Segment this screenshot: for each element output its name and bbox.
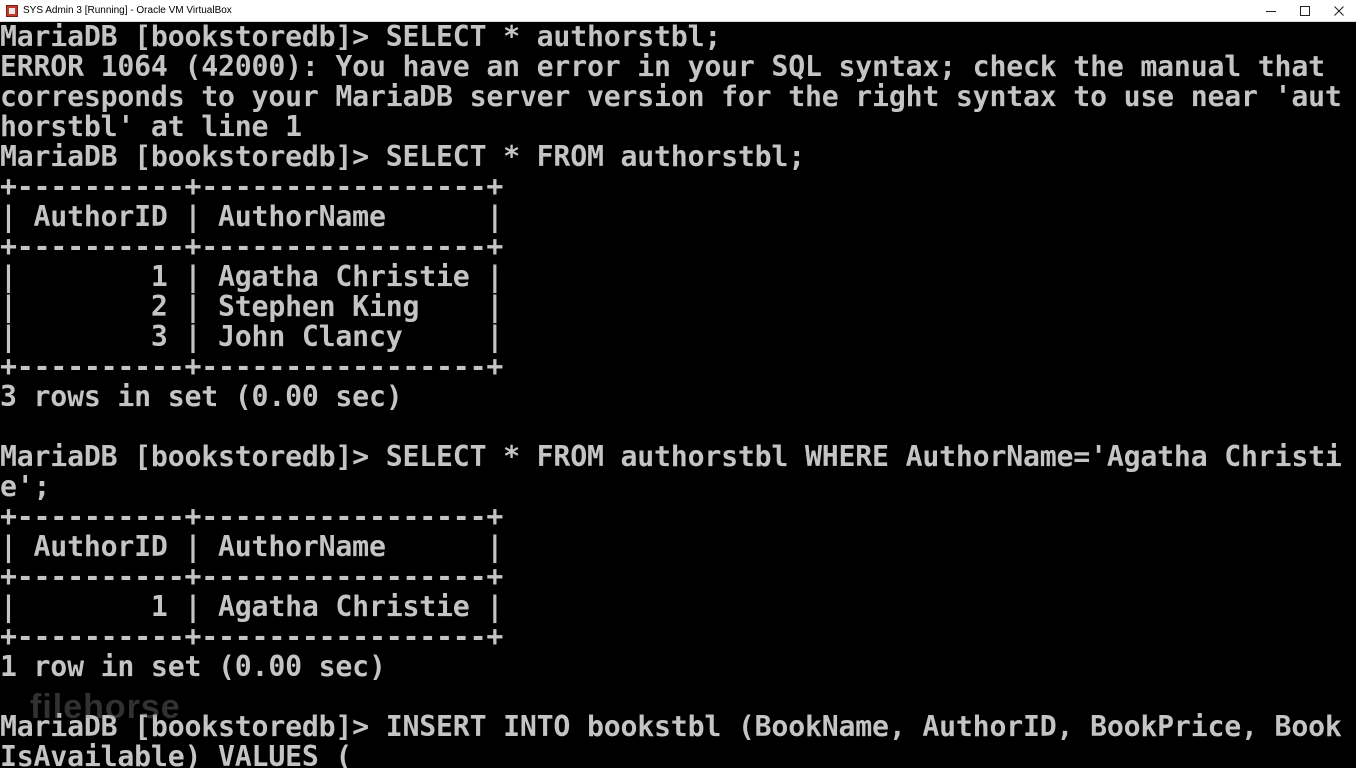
virtualbox-icon [6, 4, 18, 17]
title-bar[interactable]: SYS Admin 3 [Running] - Oracle VM Virtua… [0, 0, 1356, 22]
console-line: e'; [0, 470, 51, 503]
watermark-logo: filehorse [30, 688, 181, 726]
minimize-button[interactable] [1254, 0, 1288, 22]
console-line: +----------+-----------------+ [0, 230, 504, 263]
console-line: | AuthorID | AuthorName | [0, 200, 504, 233]
console-line: +----------+-----------------+ [0, 560, 504, 593]
close-button[interactable] [1322, 0, 1356, 22]
console-line: | 3 | John Clancy | [0, 320, 504, 353]
console-line: +----------+-----------------+ [0, 500, 504, 533]
window-title: SYS Admin 3 [Running] - Oracle VM Virtua… [23, 5, 232, 16]
console-line: | 1 | Agatha Christie | [0, 590, 504, 623]
console-line: +----------+-----------------+ [0, 350, 504, 383]
virtualbox-window: SYS Admin 3 [Running] - Oracle VM Virtua… [0, 0, 1356, 768]
minimize-icon [1266, 11, 1276, 12]
console-line: 1 row in set (0.00 sec) [0, 650, 386, 683]
console-line: MariaDB [bookstoredb]> SELECT * FROM aut… [0, 140, 805, 173]
console-line: | AuthorID | AuthorName | [0, 530, 504, 563]
console-input-line[interactable]: IsAvailable) VALUES (_ [0, 742, 369, 768]
console-line: +----------+-----------------+ [0, 170, 504, 203]
console-line: horstbl' at line 1 [0, 110, 302, 143]
vm-console[interactable]: MariaDB [bookstoredb]> SELECT * authorst… [0, 22, 1356, 768]
console-line: | 1 | Agatha Christie | [0, 260, 504, 293]
console-line: ERROR 1064 (42000): You have an error in… [0, 50, 1325, 83]
console-line: corresponds to your MariaDB server versi… [0, 80, 1342, 113]
console-line: 3 rows in set (0.00 sec) [0, 380, 403, 413]
console-line: MariaDB [bookstoredb]> SELECT * FROM aut… [0, 440, 1342, 473]
close-icon [1334, 6, 1344, 16]
maximize-icon [1300, 6, 1310, 16]
console-line: MariaDB [bookstoredb]> SELECT * authorst… [0, 22, 722, 53]
window-controls [1254, 0, 1356, 22]
console-line: | 2 | Stephen King | [0, 290, 504, 323]
console-line: +----------+-----------------+ [0, 620, 504, 653]
maximize-button[interactable] [1288, 0, 1322, 22]
console-line: MariaDB [bookstoredb]> INSERT INTO books… [0, 710, 1342, 743]
